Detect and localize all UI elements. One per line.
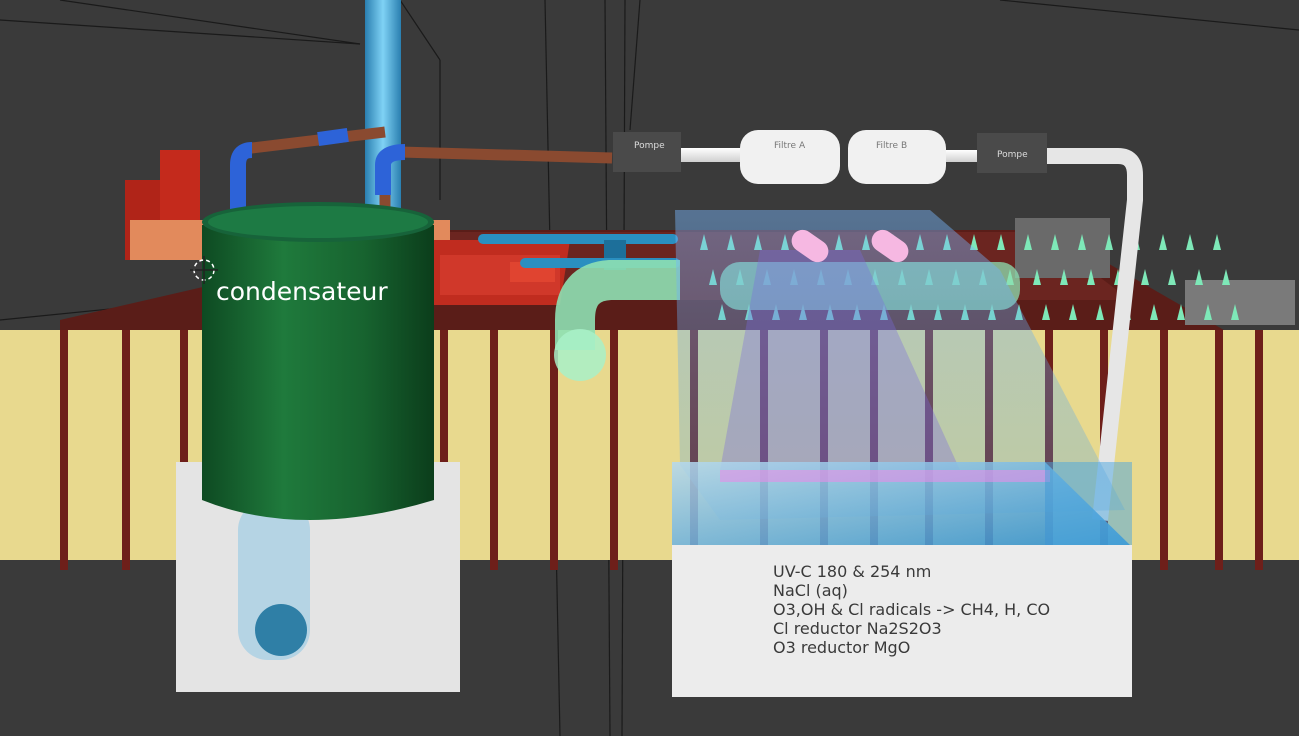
- blue-pipe: [478, 234, 678, 244]
- reactor-text-line: Cl reductor Na2S2O3: [773, 619, 942, 638]
- fence-post: [1255, 330, 1263, 570]
- filter-a-label: Filtre A: [774, 141, 806, 151]
- scene-render: condensateur Pompe Filtre A Filtre B Pom…: [0, 0, 1299, 736]
- reactor-text-line: O3 reductor MgO: [773, 638, 910, 657]
- fence-post: [490, 330, 498, 570]
- pump-right-label: Pompe: [997, 150, 1028, 160]
- fan-icon: [554, 329, 606, 381]
- filter-a: [740, 130, 840, 184]
- fence-post: [1160, 330, 1168, 570]
- fence-post: [1215, 330, 1223, 570]
- plant-sprout: [1159, 234, 1167, 250]
- plant-sprout: [1168, 269, 1176, 285]
- pump-left-label: Pompe: [634, 141, 665, 151]
- condenser-label: condensateur: [216, 277, 388, 306]
- plant-sprout: [1195, 269, 1203, 285]
- condenser: [176, 202, 460, 692]
- reactor-text-line: NaCl (aq): [773, 581, 848, 600]
- plant-sprout: [1222, 269, 1230, 285]
- fence-post: [122, 330, 130, 570]
- reactor-text-line: O3,OH & Cl radicals -> CH4, H, CO: [773, 600, 1050, 619]
- reactor-text-line: UV-C 180 & 254 nm: [773, 562, 931, 581]
- pump-left: [613, 132, 681, 172]
- plant-sprout: [1141, 269, 1149, 285]
- filter-b: [848, 130, 946, 184]
- filter-b-label: Filtre B: [876, 141, 907, 151]
- 3d-viewport[interactable]: condensateur Pompe Filtre A Filtre B Pom…: [0, 0, 1299, 736]
- fence-post: [610, 330, 618, 570]
- fence-post: [60, 330, 68, 570]
- plant-sprout: [1213, 234, 1221, 250]
- plant-sprout: [1186, 234, 1194, 250]
